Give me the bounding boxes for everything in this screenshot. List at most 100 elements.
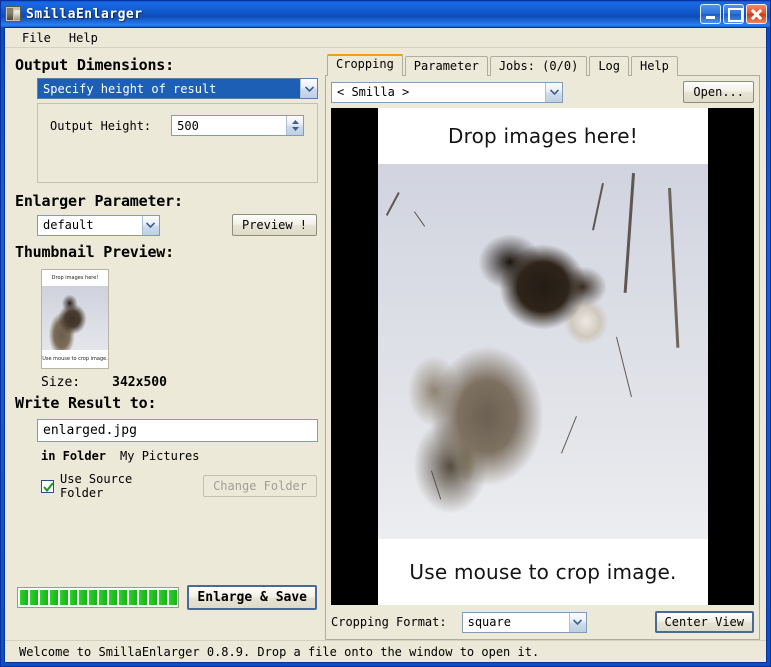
main-body: Output Dimensions: Specify height of res… [5,48,766,640]
progress-segment [79,590,87,605]
progress-bar [17,587,179,608]
client-area: File Help Output Dimensions: Specify hei… [4,27,767,663]
output-height-row: Output Height: 500 [50,115,307,136]
preview-bottom-band-text: Use mouse to crop image. [378,539,708,605]
size-label: Size: [41,375,80,390]
output-dimensions-title: Output Dimensions: [15,56,317,74]
enlarger-parameter-row: default Preview ! [37,214,317,236]
progress-segment [40,590,48,605]
output-filename-value: enlarged.jpg [43,423,137,438]
progress-segment [159,590,167,605]
maximize-button[interactable] [723,4,744,24]
progress-segment [70,590,78,605]
tab-log[interactable]: Log [589,56,629,76]
preview-photo: Drop images here! Use mouse to crop imag… [378,108,708,605]
chevron-down-icon[interactable] [545,83,562,102]
in-folder-value: My Pictures [120,449,199,463]
cropping-preview-canvas[interactable]: Drop images here! Use mouse to crop imag… [331,108,754,605]
progress-segment [50,590,58,605]
progress-segment [109,590,117,605]
size-row: Size: 342x500 [41,375,317,390]
check-icon [43,482,54,493]
cropping-format-value: square [463,615,569,629]
change-folder-button[interactable]: Change Folder [203,475,317,497]
use-source-folder-row: Use Source Folder Change Folder [41,472,317,500]
window-title: SmillaEnlarger [26,7,700,22]
progress-segment [60,590,68,605]
branch-decoration [386,192,400,216]
progress-segment [20,590,28,605]
image-selector-combobox[interactable]: < Smilla > [331,82,563,103]
enlarger-parameter-value: default [38,218,142,232]
tab-help[interactable]: Help [631,56,678,76]
chevron-down-icon[interactable] [142,216,159,235]
write-result-title: Write Result to: [15,394,317,412]
output-mode-combobox[interactable]: Specify height of result [37,78,318,99]
image-selector-value: < Smilla > [332,85,545,99]
use-source-folder-checkbox[interactable] [41,480,54,493]
menu-bar: File Help [5,28,766,48]
progress-segment [139,590,147,605]
window-controls [700,4,767,24]
minimize-button[interactable] [700,4,721,24]
branch-decoration [616,336,632,396]
output-mode-value: Specify height of result [38,82,300,96]
application-window: SmillaEnlarger File Help Output Dimensio… [0,0,771,667]
progress-segment [119,590,127,605]
cropping-tab-panel: < Smilla > Open... [325,75,760,640]
preview-top-band-text: Drop images here! [378,108,708,164]
branch-decoration [592,183,604,230]
title-bar: SmillaEnlarger [1,1,770,27]
tab-parameter[interactable]: Parameter [405,56,488,76]
center-view-button[interactable]: Center View [655,611,754,633]
progress-segment [99,590,107,605]
branch-decoration [624,173,635,293]
thumbnail-preview-image[interactable]: Drop images here! Use mouse to crop imag… [41,269,109,369]
output-height-value: 500 [172,119,286,133]
right-panel: Cropping Parameter Jobs: (0/0) Log Help … [325,48,766,640]
progress-segment [89,590,97,605]
branch-decoration [414,212,425,227]
enlarge-and-save-button[interactable]: Enlarge & Save [187,585,317,610]
menu-file[interactable]: File [13,29,60,47]
app-icon [5,6,21,22]
thumbnail-preview-title: Thumbnail Preview: [15,243,317,261]
enlarger-parameter-combobox[interactable]: default [37,215,160,236]
preview-button[interactable]: Preview ! [232,214,317,236]
menu-help[interactable]: Help [60,29,107,47]
status-text: Welcome to SmillaEnlarger 0.8.9. Drop a … [19,645,539,659]
progress-segment [129,590,137,605]
tab-strip: Cropping Parameter Jobs: (0/0) Log Help [325,54,760,76]
progress-segment [30,590,38,605]
output-folder-row: in Folder My Pictures [41,449,317,463]
output-height-spinbox[interactable]: 500 [171,115,304,136]
cropping-format-combobox[interactable]: square [462,612,587,633]
branch-decoration [431,470,441,499]
cropping-format-row: Cropping Format: square Center View [331,610,754,634]
output-dimensions-groupbox: Output Height: 500 [37,103,318,183]
thumbnail-top-band-text: Drop images here! [42,270,108,286]
thumbnail-bottom-band-text: Use mouse to crop image. [42,350,108,368]
progress-segment [169,590,177,605]
close-button[interactable] [746,4,767,24]
branch-decoration [561,416,577,454]
tab-jobs[interactable]: Jobs: (0/0) [490,56,587,76]
output-height-label: Output Height: [50,119,151,133]
left-panel: Output Dimensions: Specify height of res… [5,48,325,640]
size-value: 342x500 [112,375,167,390]
chevron-down-icon[interactable] [569,613,586,632]
in-folder-label: in Folder [41,449,106,463]
output-filename-input[interactable]: enlarged.jpg [37,419,318,442]
progress-segment [149,590,157,605]
branch-decoration [668,187,680,347]
use-source-folder-label: Use Source Folder [60,472,175,500]
spinner-arrows-icon[interactable] [286,116,303,135]
image-selector-row: < Smilla > Open... [331,81,754,103]
status-bar: Welcome to SmillaEnlarger 0.8.9. Drop a … [5,640,766,662]
cropping-format-label: Cropping Format: [331,615,447,629]
enlarger-parameter-title: Enlarger Parameter: [15,192,317,210]
chevron-down-icon[interactable] [300,79,317,98]
tab-cropping[interactable]: Cropping [327,54,403,76]
open-button[interactable]: Open... [683,81,754,103]
progress-row: Enlarge & Save [17,585,317,610]
